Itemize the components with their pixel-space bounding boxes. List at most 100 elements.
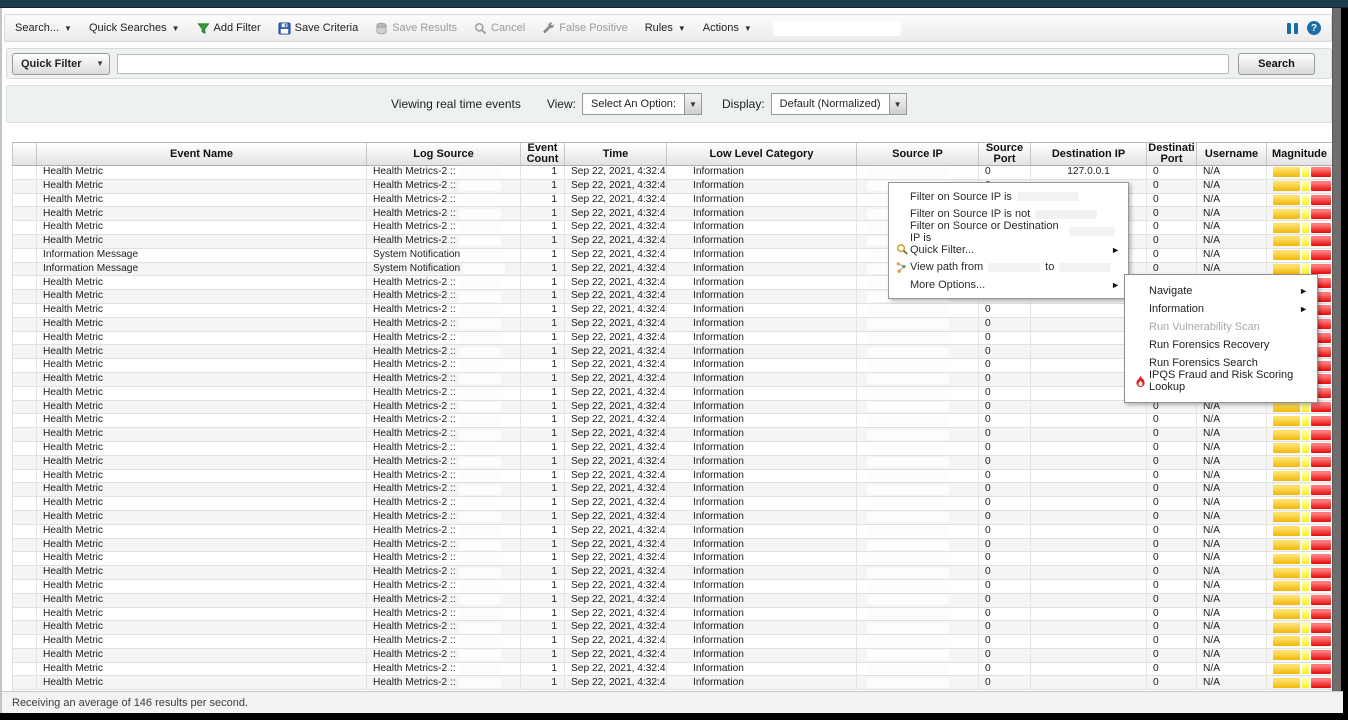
display-select[interactable]: Default (Normalized) ▼ bbox=[771, 93, 907, 115]
magnitude-segment-gold bbox=[1273, 636, 1300, 646]
column-header-time[interactable]: Time bbox=[565, 143, 667, 165]
vertical-scrollbar[interactable] bbox=[1332, 8, 1341, 691]
source-ip-cell bbox=[857, 359, 979, 372]
log-source-cell: Health Metrics-2 :: bbox=[367, 207, 521, 220]
event-row[interactable]: Health MetricHealth Metrics-2 ::1Sep 22,… bbox=[13, 497, 1332, 511]
quick-filter-dropdown[interactable]: Quick Filter ▼ bbox=[12, 53, 110, 75]
event-row[interactable]: Health MetricHealth Metrics-2 ::1Sep 22,… bbox=[13, 442, 1332, 456]
column-header-username[interactable]: Username bbox=[1197, 143, 1267, 165]
event-row[interactable]: Health MetricHealth Metrics-2 ::1Sep 22,… bbox=[13, 580, 1332, 594]
column-header-low-level-category[interactable]: Low Level Category bbox=[667, 143, 857, 165]
source-port-cell: 0 bbox=[979, 428, 1031, 441]
event-row[interactable]: Health MetricHealth Metrics-2 ::1Sep 22,… bbox=[13, 525, 1332, 539]
quick-filter-bar: Quick Filter ▼ Search bbox=[6, 48, 1332, 79]
toolbar-item-rules[interactable]: Rules▼ bbox=[645, 22, 686, 34]
event-row[interactable]: Health MetricHealth Metrics-2 ::1Sep 22,… bbox=[13, 221, 1332, 235]
event-row[interactable]: Health MetricHealth Metrics-2 ::1Sep 22,… bbox=[13, 635, 1332, 649]
username-cell: N/A bbox=[1197, 511, 1267, 524]
quick-filter-input[interactable] bbox=[117, 54, 1229, 74]
event-row[interactable]: Health MetricHealth Metrics-2 ::1Sep 22,… bbox=[13, 621, 1332, 635]
username-cell: N/A bbox=[1197, 207, 1267, 220]
context-menu-item-filter-on-source-ip-is[interactable]: Filter on Source IP is bbox=[889, 188, 1128, 206]
magnitude-cell bbox=[1267, 470, 1332, 483]
row-select-cell bbox=[13, 387, 37, 400]
source-port-cell: 0 bbox=[979, 525, 1031, 538]
magnitude-segment-yellow bbox=[1302, 595, 1309, 605]
submenu-item-information[interactable]: Information► bbox=[1125, 300, 1317, 318]
source-ip-cell bbox=[857, 594, 979, 607]
event-row[interactable]: Health MetricHealth Metrics-2 ::1Sep 22,… bbox=[13, 608, 1332, 622]
toolbar-item-quick-searches[interactable]: Quick Searches▼ bbox=[89, 22, 180, 34]
event-row[interactable]: Health MetricHealth Metrics-2 ::1Sep 22,… bbox=[13, 207, 1332, 221]
column-header-log-source[interactable]: Log Source bbox=[367, 143, 521, 165]
event-row[interactable]: Health MetricHealth Metrics-2 ::1Sep 22,… bbox=[13, 552, 1332, 566]
submenu-item-navigate[interactable]: Navigate► bbox=[1125, 282, 1317, 300]
username-cell: N/A bbox=[1197, 456, 1267, 469]
pause-icon[interactable] bbox=[1287, 23, 1298, 34]
context-menu-item-more-options[interactable]: More Options...► bbox=[889, 276, 1128, 294]
event-row[interactable]: Health MetricHealth Metrics-2 ::1Sep 22,… bbox=[13, 676, 1332, 690]
source-port-cell: 0 bbox=[979, 663, 1031, 676]
column-header-source-ip[interactable]: Source IP bbox=[857, 143, 979, 165]
destination-port-cell: 0 bbox=[1147, 456, 1197, 469]
context-menu-item-view-path-from[interactable]: View path fromto bbox=[889, 258, 1128, 276]
submenu-item-label: Run Forensics Search bbox=[1149, 357, 1258, 369]
event-row[interactable]: Health MetricHealth Metrics-2 ::1Sep 22,… bbox=[13, 511, 1332, 525]
help-icon[interactable]: ? bbox=[1307, 21, 1321, 35]
submenu-item-ipqs-fraud-and-risk-scoring-lookup[interactable]: IPQS Fraud and Risk Scoring Lookup bbox=[1125, 372, 1317, 390]
toolbar-item-actions[interactable]: Actions▼ bbox=[703, 22, 752, 34]
event-row[interactable]: Health MetricHealth Metrics-2 ::1Sep 22,… bbox=[13, 414, 1332, 428]
context-menu-item-filter-on-source-or-destination-ip-is[interactable]: Filter on Source or Destination IP is bbox=[889, 223, 1128, 241]
event-row[interactable]: Health MetricHealth Metrics-2 ::1Sep 22,… bbox=[13, 456, 1332, 470]
toolbar-item-add-filter[interactable]: Add Filter bbox=[197, 22, 261, 35]
toolbar: Search...▼ Quick Searches▼ Add Filter Save … bbox=[4, 14, 1332, 42]
event-row[interactable]: Health MetricHealth Metrics-2 ::1Sep 22,… bbox=[13, 166, 1332, 180]
event-row[interactable]: Health MetricHealth Metrics-2 ::1Sep 22,… bbox=[13, 470, 1332, 484]
toolbar-item-search[interactable]: Search...▼ bbox=[15, 22, 72, 34]
magnitude-segment-red bbox=[1311, 499, 1331, 509]
toolbar-item-save-criteria[interactable]: Save Criteria bbox=[278, 22, 359, 35]
event-row[interactable]: Health MetricHealth Metrics-2 ::1Sep 22,… bbox=[13, 566, 1332, 580]
submenu-item-label: Information bbox=[1149, 303, 1204, 315]
event-row[interactable]: Information MessageSystem Notification1S… bbox=[13, 249, 1332, 263]
event-row[interactable]: Health MetricHealth Metrics-2 ::1Sep 22,… bbox=[13, 235, 1332, 249]
time-cell: Sep 22, 2021, 4:32:47 PM bbox=[565, 318, 667, 331]
column-header-event-count[interactable]: Event Count bbox=[521, 143, 565, 165]
column-header-row-select[interactable] bbox=[13, 143, 37, 165]
status-bar-text: Receiving an average of 146 results per … bbox=[12, 697, 248, 709]
event-row[interactable]: Health MetricHealth Metrics-2 ::1Sep 22,… bbox=[13, 649, 1332, 663]
time-cell: Sep 22, 2021, 4:32:47 PM bbox=[565, 221, 667, 234]
view-select[interactable]: Select An Option: ▼ bbox=[582, 93, 702, 115]
time-cell: Sep 22, 2021, 4:32:47 PM bbox=[565, 304, 667, 317]
column-header-source-port[interactable]: Source Port bbox=[979, 143, 1031, 165]
redacted-log-source bbox=[459, 195, 501, 205]
magnitude-segment-gold bbox=[1273, 250, 1300, 260]
event-row[interactable]: Health MetricHealth Metrics-2 ::1Sep 22,… bbox=[13, 663, 1332, 677]
username-cell: N/A bbox=[1197, 566, 1267, 579]
event-row[interactable]: Health MetricHealth Metrics-2 ::1Sep 22,… bbox=[13, 194, 1332, 208]
low-level-category-cell: Information bbox=[667, 290, 857, 303]
column-header-event-name[interactable]: Event Name bbox=[37, 143, 367, 165]
search-button[interactable]: Search bbox=[1238, 53, 1315, 75]
submenu-item-label: Navigate bbox=[1149, 285, 1192, 297]
source-ip-cell bbox=[857, 635, 979, 648]
log-source-cell: Health Metrics-2 :: bbox=[367, 414, 521, 427]
submenu-item-run-forensics-recovery[interactable]: Run Forensics Recovery bbox=[1125, 336, 1317, 354]
event-row[interactable]: Health MetricHealth Metrics-2 ::1Sep 22,… bbox=[13, 594, 1332, 608]
event-row[interactable]: Health MetricHealth Metrics-2 ::1Sep 22,… bbox=[13, 483, 1332, 497]
event-row[interactable]: Health MetricHealth Metrics-2 ::1Sep 22,… bbox=[13, 180, 1332, 194]
event-row[interactable]: Health MetricHealth Metrics-2 ::1Sep 22,… bbox=[13, 428, 1332, 442]
event-name-cell: Health Metric bbox=[37, 552, 367, 565]
destination-ip-cell bbox=[1031, 483, 1147, 496]
column-header-destinati-port[interactable]: Destinati Port bbox=[1147, 143, 1197, 165]
source-ip-cell bbox=[857, 649, 979, 662]
redacted-ip-value bbox=[1059, 263, 1111, 272]
column-header-destination-ip[interactable]: Destination IP bbox=[1031, 143, 1147, 165]
log-source-cell: System Notification bbox=[367, 249, 521, 262]
column-header-magnitude[interactable]: Magnitude bbox=[1267, 143, 1333, 165]
redacted-log-source bbox=[459, 443, 501, 453]
database-icon bbox=[375, 22, 388, 35]
magnitude-segment-gold bbox=[1273, 195, 1300, 205]
magnitude-bar bbox=[1273, 402, 1331, 412]
event-row[interactable]: Health MetricHealth Metrics-2 ::1Sep 22,… bbox=[13, 539, 1332, 553]
